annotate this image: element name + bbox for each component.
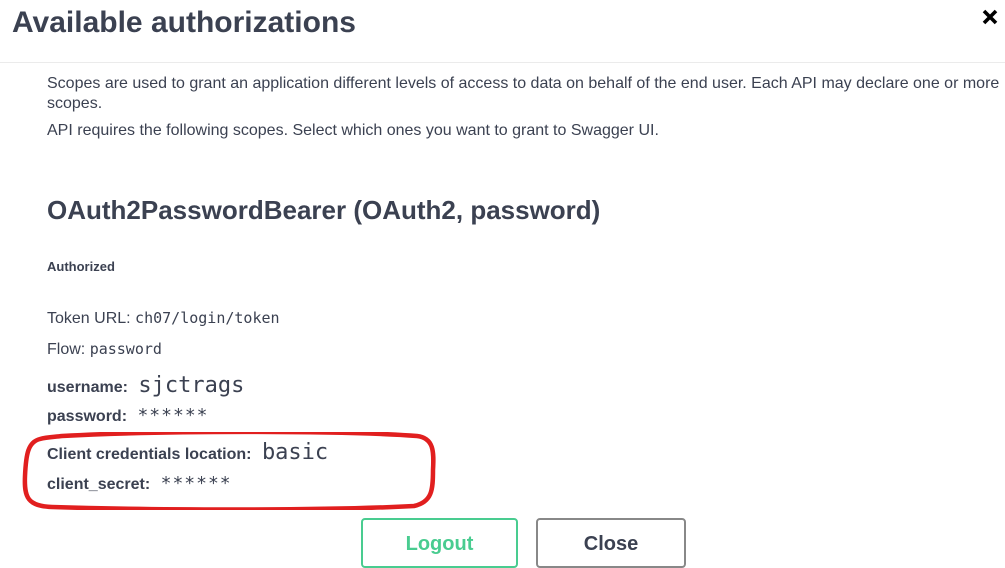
username-label: username: [47, 379, 128, 396]
modal-title: Available authorizations [12, 6, 356, 39]
client-location-row: Client credentials location: basic [47, 440, 328, 465]
close-button[interactable]: Close [536, 518, 686, 568]
scopes-requirement-text: API requires the following scopes. Selec… [47, 122, 659, 139]
username-value: sjctrags [138, 373, 245, 398]
flow-label: Flow: [47, 341, 86, 358]
modal-header: Available authorizations [0, 0, 1005, 63]
close-x-icon[interactable] [979, 4, 1005, 30]
auth-status: Authorized [47, 259, 115, 274]
password-label: password: [47, 408, 128, 425]
client-secret-label: client_secret: [47, 476, 151, 493]
password-value: ****** [137, 405, 209, 426]
authorization-modal: Available authorizations Scopes are used… [0, 0, 1005, 568]
token-url-row: Token URL: ch07/login/token [47, 309, 280, 328]
client-location-value: basic [261, 440, 329, 465]
token-url-value: ch07/login/token [135, 309, 280, 327]
scopes-description: Scopes are used to grant an application … [47, 74, 1005, 141]
token-url-label: Token URL: [47, 310, 131, 327]
client-location-label: Client credentials location: [47, 446, 252, 463]
flow-row: Flow: password [47, 340, 162, 359]
password-row: password: ****** [47, 405, 209, 426]
scopes-description-text: Scopes are used to grant an application … [47, 75, 1000, 112]
logout-button[interactable]: Logout [361, 518, 518, 568]
username-row: username: sjctrags [47, 373, 244, 398]
scheme-title: OAuth2PasswordBearer (OAuth2, password) [47, 195, 601, 225]
client-secret-row: client_secret: ****** [47, 473, 232, 494]
flow-value: password [89, 340, 162, 358]
client-secret-value: ****** [160, 473, 232, 494]
